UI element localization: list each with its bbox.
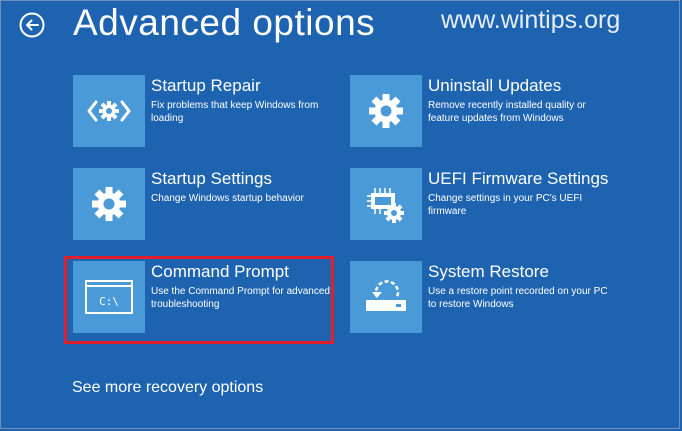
tile-description: Remove recently installed quality or fea… (428, 100, 586, 124)
tile-title: Uninstall Updates (428, 76, 562, 95)
command-prompt-text: C:\ (99, 295, 119, 308)
tile-title: Startup Settings (151, 169, 272, 188)
tile-description: Fix problems that keep Windows from load… (151, 100, 319, 124)
tile-description: Use a restore point recorded on your PC … (428, 286, 608, 310)
tile-title: Command Prompt (151, 262, 289, 281)
tile-system-restore[interactable]: System Restore Use a restore point recor… (350, 261, 618, 341)
tile-uefi-firmware-settings[interactable]: UEFI Firmware Settings Change settings i… (350, 168, 618, 248)
watermark-text: www.wintips.org (441, 6, 621, 34)
tile-startup-settings[interactable]: Startup Settings Change Windows startup … (73, 168, 341, 248)
tile-title: Startup Repair (151, 76, 261, 95)
back-button[interactable] (19, 12, 45, 38)
firmware-chip-icon (367, 188, 404, 223)
see-more-recovery-options-link[interactable]: See more recovery options (72, 379, 263, 397)
system-restore-icon (366, 280, 406, 311)
back-arrow-icon (19, 12, 45, 38)
tile-command-prompt[interactable]: C:\ Command Prompt Use the Command Promp… (73, 261, 341, 341)
page-title: Advanced options (73, 2, 376, 43)
tile-title: UEFI Firmware Settings (428, 169, 609, 188)
tile-description: Use the Command Prompt for advanced trou… (151, 286, 330, 310)
command-prompt-icon: C:\ (85, 280, 133, 314)
recovery-screen: Advanced options www.wintips.org Startup… (0, 0, 680, 429)
startup-repair-icon (87, 100, 131, 122)
tile-uninstall-updates[interactable]: Uninstall Updates Remove recently instal… (350, 75, 618, 155)
tile-startup-repair[interactable]: Startup Repair Fix problems that keep Wi… (73, 75, 341, 155)
gear-icon (92, 187, 126, 221)
tile-description: Change Windows startup behavior (151, 193, 304, 204)
tile-description: Change settings in your PC's UEFI firmwa… (428, 193, 583, 217)
gear-icon (369, 94, 403, 128)
tile-title: System Restore (428, 262, 549, 281)
